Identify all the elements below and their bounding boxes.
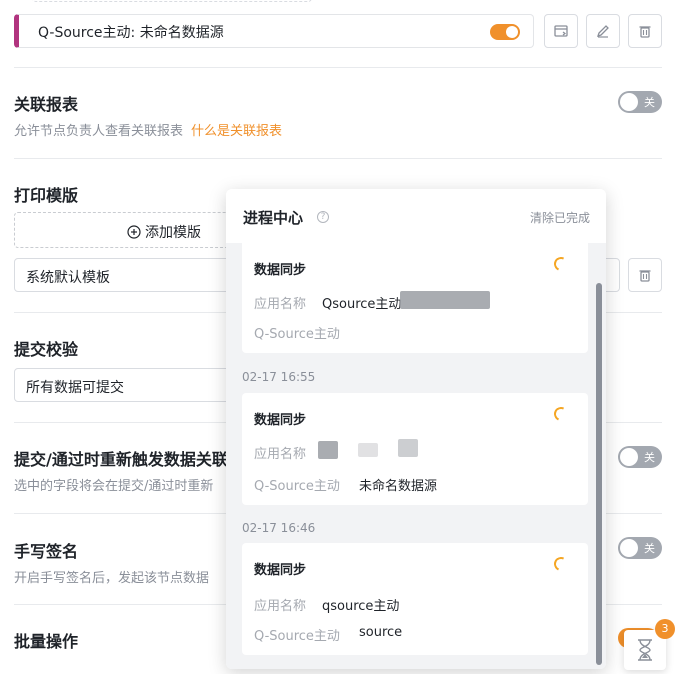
toggle-off-label: 关 [644, 542, 655, 555]
process-card: 数据同步 应用名称 Qsource主动 Q-Source主动 [242, 243, 588, 353]
help-icon[interactable]: ? [317, 211, 329, 223]
divider [14, 158, 662, 159]
source-label: Q-Source主动 [254, 327, 340, 342]
process-count-badge: 3 [655, 619, 675, 639]
popup-body: 数据同步 应用名称 Qsource主动 Q-Source主动 02-17 16:… [226, 243, 606, 669]
card-title: 数据同步 [254, 263, 307, 278]
template-select[interactable]: 系统默认模板 [14, 258, 254, 292]
timestamp: 02-17 16:55 [242, 370, 316, 384]
source-label: Q-Source主动 [254, 479, 340, 494]
related-report-desc: 允许节点负责人查看关联报表 什么是关联报表 [14, 120, 282, 139]
card-title: 数据同步 [254, 413, 307, 428]
popup-header: 进程中心 ? 清除已完成 [226, 189, 606, 243]
toggle-knob [620, 539, 638, 557]
process-card: 数据同步 应用名称 qsource主动 Q-Source主动 source [242, 543, 588, 655]
signature-toggle[interactable]: 关 [618, 537, 662, 559]
redacted-block [318, 441, 338, 459]
app-name-label: 应用名称 [254, 297, 307, 312]
retrigger-desc: 选中的字段将会在提交/通过时重新 [14, 479, 214, 494]
submit-check-select[interactable]: 所有数据可提交 [14, 368, 254, 402]
related-report-desc-text: 允许节点负责人查看关联报表 [14, 124, 184, 139]
process-center-popup: 进程中心 ? 清除已完成 数据同步 应用名称 Qsource主动 Q-Sourc… [226, 189, 606, 669]
edit-source-button[interactable] [586, 14, 620, 48]
divider [14, 67, 662, 68]
source-value: 未命名数据源 [359, 479, 438, 494]
hourglass-icon [638, 639, 652, 661]
pencil-icon [596, 25, 609, 38]
open-window-icon [554, 25, 568, 37]
submit-check-title: 提交校验 [14, 340, 79, 359]
related-report-help-link[interactable]: 什么是关联报表 [191, 124, 282, 139]
template-select-value: 系统默认模板 [26, 270, 110, 286]
plus-circle-icon [127, 225, 141, 239]
redacted-block [400, 291, 490, 309]
popup-title: 进程中心 [243, 209, 304, 227]
source-value: source [359, 625, 403, 640]
app-name-value: qsource主动 [322, 599, 400, 614]
batch-title: 批量操作 [14, 632, 79, 651]
loading-spinner-icon [552, 405, 570, 423]
loading-spinner-icon [552, 555, 570, 573]
delete-template-button[interactable] [628, 258, 662, 292]
loading-spinner-icon [552, 255, 570, 273]
process-card: 数据同步 应用名称 Q-Source主动 未命名数据源 [242, 393, 588, 505]
signature-desc: 开启手写签名后，发起该节点数据 [14, 571, 210, 586]
signature-title: 手写签名 [14, 542, 79, 561]
dashed-container-edge [32, 0, 312, 2]
submit-check-select-value: 所有数据可提交 [26, 380, 124, 396]
toggle-knob [620, 93, 638, 111]
popup-scrollbar[interactable] [596, 283, 602, 665]
source-label: Q-Source主动 [254, 629, 340, 644]
print-template-title: 打印模版 [14, 186, 79, 205]
add-template-label: 添加模版 [145, 225, 201, 241]
app-name-label: 应用名称 [254, 599, 307, 614]
data-source-label: Q-Source主动: 未命名数据源 [38, 25, 224, 41]
delete-source-button[interactable] [628, 14, 662, 48]
trash-icon [639, 270, 651, 282]
timestamp: 02-17 16:46 [242, 521, 316, 535]
app-name-label: 应用名称 [254, 447, 307, 462]
toggle-off-label: 关 [644, 96, 655, 109]
related-report-toggle[interactable]: 关 [618, 91, 662, 113]
data-source-row[interactable]: Q-Source主动: 未命名数据源 [14, 14, 534, 48]
data-source-toggle[interactable] [490, 24, 520, 40]
app-name-value: Qsource主动 [322, 297, 402, 312]
redacted-block [358, 443, 378, 457]
add-template-button[interactable]: 添加模版 [14, 212, 254, 248]
redacted-block [398, 439, 418, 457]
card-title: 数据同步 [254, 563, 307, 578]
clear-completed-button[interactable]: 清除已完成 [530, 209, 590, 226]
open-source-button[interactable] [544, 14, 578, 48]
retrigger-title: 提交/通过时重新触发数据关联 [14, 450, 228, 469]
related-report-title: 关联报表 [14, 95, 79, 114]
add-template-inner: 添加模版 [127, 222, 201, 242]
toggle-off-label: 关 [644, 451, 655, 464]
toggle-knob [620, 448, 638, 466]
trash-icon [639, 26, 651, 38]
retrigger-toggle[interactable]: 关 [618, 446, 662, 468]
